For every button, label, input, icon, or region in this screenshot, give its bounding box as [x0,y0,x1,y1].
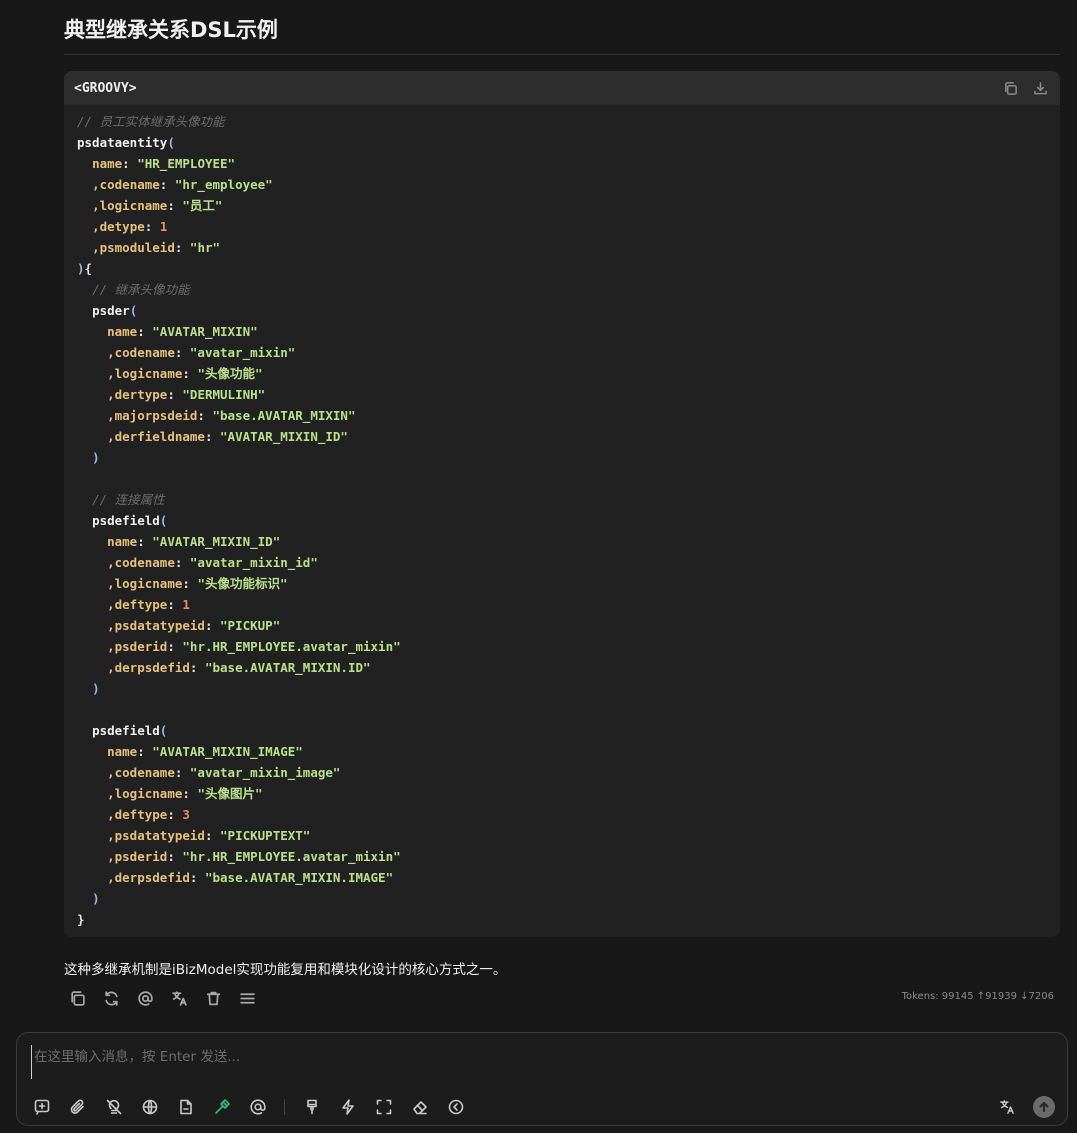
translate-icon[interactable] [999,1099,1015,1115]
brush-icon[interactable] [302,1097,321,1116]
translate-icon[interactable] [170,989,188,1007]
code-language-label: <GROOVY> [74,80,137,96]
code-function: psdefield [92,723,160,738]
token-count: Tokens: 99145 ↑91939 ↓7206 [901,991,1054,1002]
lightbulb-off-icon[interactable] [104,1097,123,1116]
message-input[interactable] [31,1045,1051,1079]
code-header: <GROOVY> [64,71,1060,105]
send-icon [1039,1101,1049,1113]
trash-icon[interactable] [204,989,222,1007]
globe-icon[interactable] [140,1097,159,1116]
code-comment: // 连接属性 [92,492,165,507]
new-topic-icon[interactable] [32,1097,51,1116]
hammer-icon[interactable] [212,1097,231,1116]
section-heading: 典型继承关系DSL示例 [64,14,1060,55]
toolbar-divider [284,1098,285,1115]
message-actions [68,989,256,1007]
chevron-left-circle-icon[interactable] [446,1097,465,1116]
file-icon[interactable] [176,1097,195,1116]
code-block: <GROOVY> // 员工实体继承头像功能 psdataentity( name… [64,71,1060,937]
send-button[interactable] [1033,1096,1055,1118]
copy-icon[interactable] [68,989,86,1007]
composer-right-tools [999,1096,1055,1118]
code-comment: // 员工实体继承头像功能 [77,114,225,129]
code-function: psdataentity [77,135,168,150]
code-actions [1002,80,1048,96]
message-composer [16,1032,1068,1126]
paperclip-icon[interactable] [68,1097,87,1116]
download-icon[interactable] [1032,80,1048,96]
code-content: // 员工实体继承头像功能 psdataentity( name: "HR_EMP… [77,114,401,927]
composer-toolbar [32,1097,465,1116]
refresh-icon[interactable] [102,989,120,1007]
code-function: psder [92,303,130,318]
code-comment: // 继承头像功能 [92,282,190,297]
menu-icon[interactable] [238,989,256,1007]
lightning-icon[interactable] [338,1097,357,1116]
copy-icon[interactable] [1002,80,1018,96]
message-summary: 这种多继承机制是iBizModel实现功能复用和模块化设计的核心方式之一。 [64,962,507,978]
at-icon[interactable] [136,989,154,1007]
code-function: psdefield [92,513,160,528]
fullscreen-icon[interactable] [374,1097,393,1116]
eraser-icon[interactable] [410,1097,429,1116]
at-icon[interactable] [248,1097,267,1116]
